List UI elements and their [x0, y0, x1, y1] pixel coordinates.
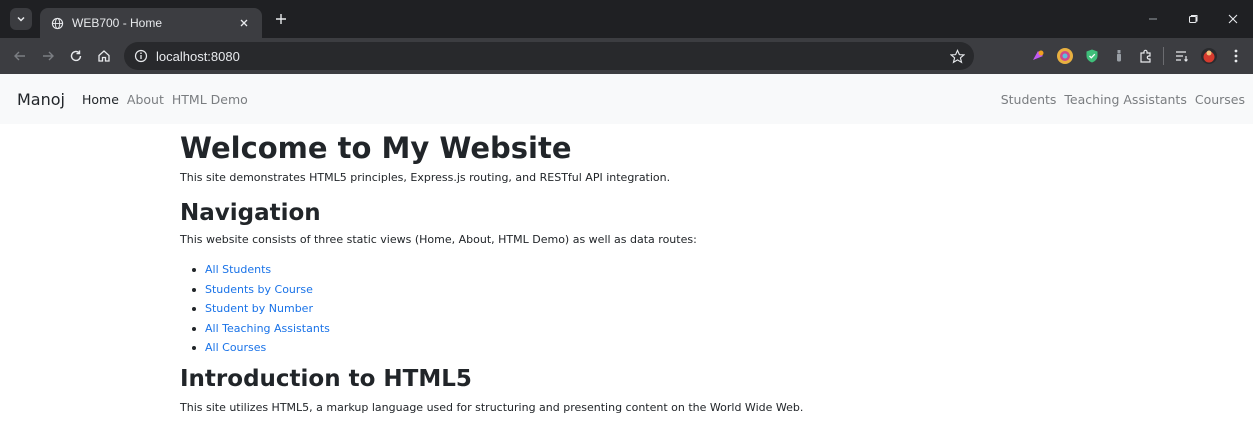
- nav-link-courses[interactable]: Courses: [1195, 92, 1245, 107]
- nav-link-home[interactable]: Home: [82, 92, 119, 107]
- page-title: Welcome to My Website: [180, 131, 572, 165]
- close-window-button[interactable]: [1213, 0, 1253, 38]
- toolbar-divider: [1163, 47, 1164, 65]
- home-icon: [98, 50, 110, 62]
- plus-icon: [276, 14, 286, 24]
- intro-text: This site demonstrates HTML5 principles,…: [180, 171, 671, 184]
- dropper-extension-icon[interactable]: [1105, 42, 1132, 70]
- extension-colorful-icon[interactable]: [1051, 42, 1078, 70]
- site-navbar: Manoj Home About HTML Demo Students Teac…: [0, 74, 1253, 124]
- restore-button[interactable]: [1173, 0, 1213, 38]
- forward-button[interactable]: [34, 42, 62, 70]
- link-student-by-number[interactable]: Student by Number: [192, 299, 1253, 319]
- extensions-area: [1024, 38, 1249, 74]
- link-students-by-course[interactable]: Students by Course: [192, 280, 1253, 300]
- link-all-courses[interactable]: All Courses: [192, 338, 1253, 358]
- extensions-puzzle-icon[interactable]: [1132, 42, 1159, 70]
- home-button[interactable]: [90, 42, 118, 70]
- navigation-text: This website consists of three static vi…: [180, 233, 697, 246]
- more-menu-icon[interactable]: [1222, 42, 1249, 70]
- shield-extension-icon[interactable]: [1078, 42, 1105, 70]
- chevron-down-icon: [17, 16, 25, 22]
- close-icon: [1228, 14, 1238, 24]
- brand-link[interactable]: Manoj: [17, 90, 65, 109]
- nav-right-links: Students Teaching Assistants Courses: [1001, 92, 1245, 107]
- nav-link-about[interactable]: About: [127, 92, 164, 107]
- browser-tabstrip: WEB700 - Home: [0, 0, 1253, 38]
- reload-button[interactable]: [62, 42, 90, 70]
- tab-search-button[interactable]: [10, 8, 32, 30]
- address-bar[interactable]: localhost:8080: [124, 42, 974, 70]
- html5-heading: Introduction to HTML5: [180, 365, 472, 392]
- site-info-icon[interactable]: [132, 47, 150, 65]
- link-all-students[interactable]: All Students: [192, 260, 1253, 280]
- minimize-icon: [1149, 18, 1157, 20]
- window-controls: [1133, 0, 1253, 38]
- reload-icon: [70, 50, 82, 62]
- nav-link-html-demo[interactable]: HTML Demo: [172, 92, 248, 107]
- minimize-button[interactable]: [1133, 0, 1173, 38]
- reading-list-icon[interactable]: [1168, 42, 1195, 70]
- nav-link-teaching-assistants[interactable]: Teaching Assistants: [1064, 92, 1186, 107]
- back-button[interactable]: [6, 42, 34, 70]
- nav-left-links: Home About HTML Demo: [82, 92, 256, 107]
- navigation-heading: Navigation: [180, 200, 321, 226]
- browser-tab-active[interactable]: WEB700 - Home: [40, 8, 262, 38]
- restore-icon: [1189, 15, 1198, 23]
- new-tab-button[interactable]: [268, 6, 294, 32]
- profile-avatar-icon[interactable]: [1195, 42, 1222, 70]
- tab-title: WEB700 - Home: [72, 16, 163, 30]
- arrow-left-icon: [14, 51, 25, 61]
- arrow-right-icon: [43, 51, 54, 61]
- globe-icon: [50, 16, 64, 30]
- main-content: Welcome to My Website This site demonstr…: [180, 130, 1253, 416]
- bookmark-star-icon[interactable]: [948, 47, 966, 65]
- routes-list: All Students Students by Course Student …: [192, 260, 1253, 358]
- url-text: localhost:8080: [156, 48, 240, 64]
- nav-link-students[interactable]: Students: [1001, 92, 1057, 107]
- extension-purple-icon[interactable]: [1024, 42, 1051, 70]
- html5-text: This site utilizes HTML5, a markup langu…: [180, 400, 804, 414]
- close-tab-icon[interactable]: [236, 15, 252, 31]
- browser-toolbar: localhost:8080: [0, 38, 1253, 74]
- link-all-teaching-assistants[interactable]: All Teaching Assistants: [192, 319, 1253, 339]
